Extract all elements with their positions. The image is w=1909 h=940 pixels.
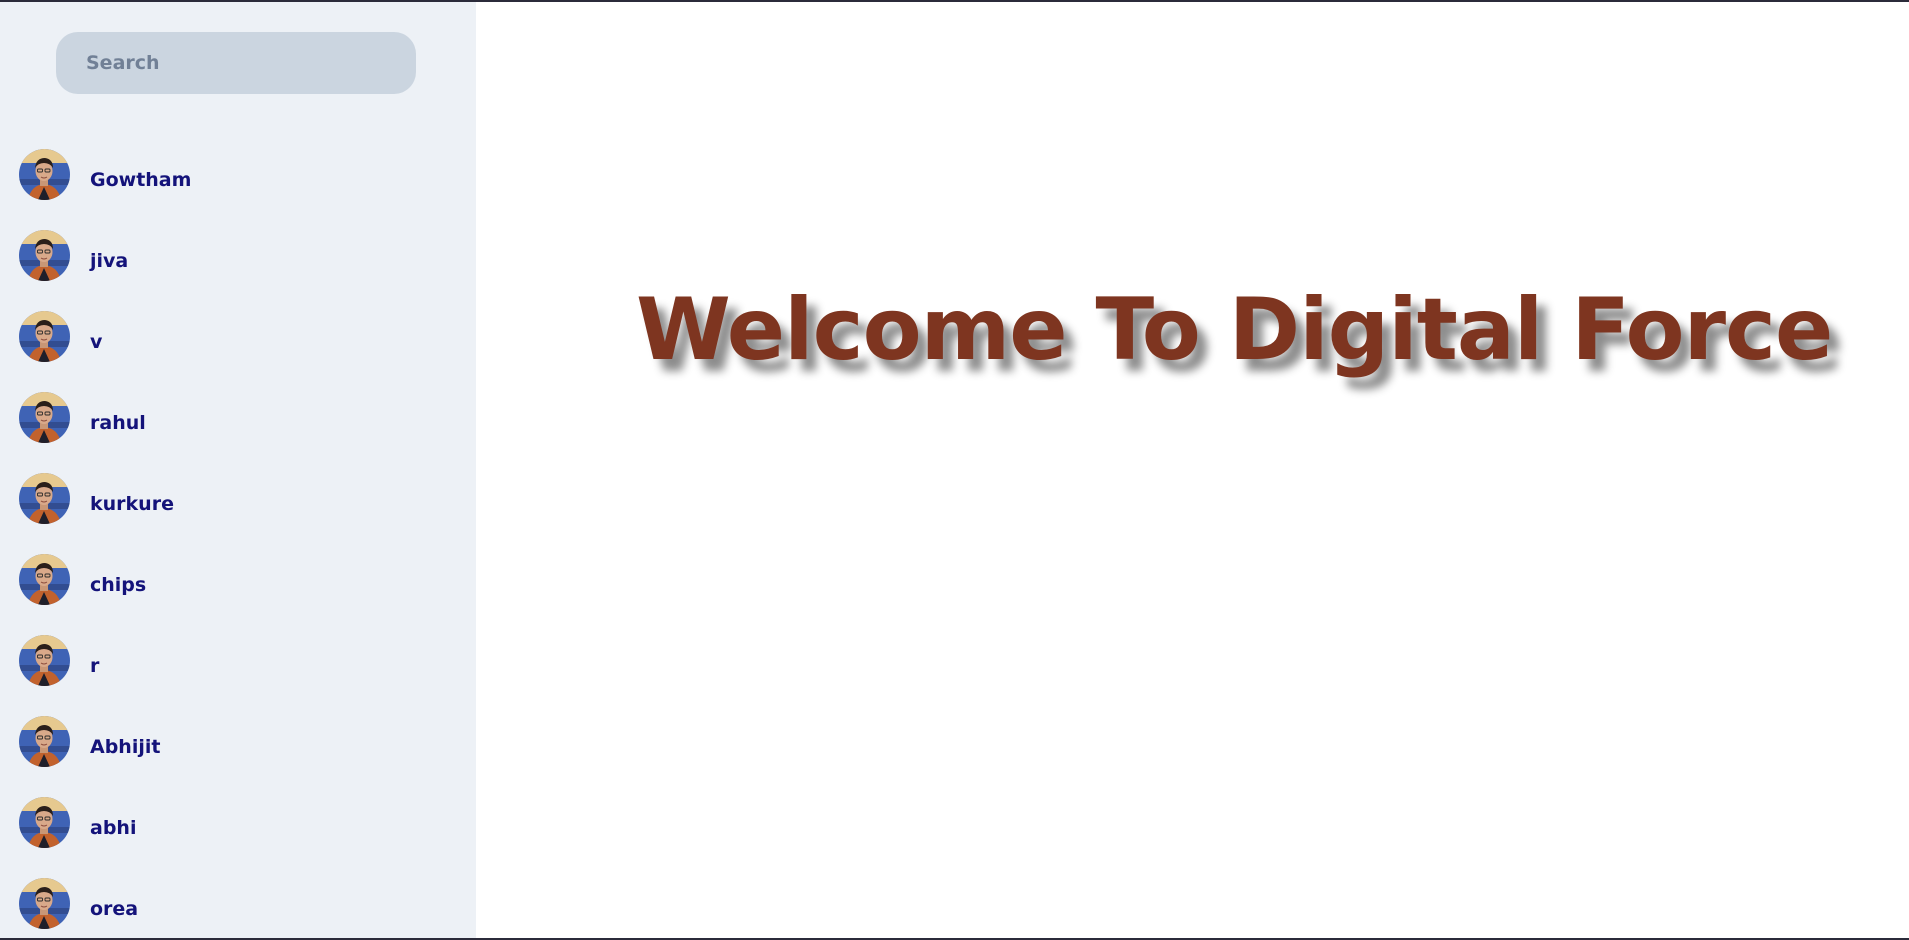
profile-photo-icon	[19, 635, 70, 686]
avatar	[19, 392, 70, 443]
contact-name: v	[90, 330, 103, 353]
profile-photo-icon	[19, 473, 70, 524]
search-box[interactable]	[56, 32, 416, 94]
profile-photo-icon	[19, 392, 70, 443]
avatar	[19, 635, 70, 686]
app-window: Gowtham jiva v rahul kurkure chips	[0, 0, 1909, 940]
contact-list: Gowtham jiva v rahul kurkure chips r Abh…	[0, 139, 476, 938]
avatar	[19, 878, 70, 929]
avatar	[19, 797, 70, 848]
contact-item[interactable]: orea	[0, 868, 476, 938]
avatar	[19, 716, 70, 767]
profile-photo-icon	[19, 716, 70, 767]
profile-photo-icon	[19, 797, 70, 848]
profile-photo-icon	[19, 230, 70, 281]
contact-name: chips	[90, 573, 147, 596]
contact-name: kurkure	[90, 492, 174, 515]
contacts-sidebar: Gowtham jiva v rahul kurkure chips	[0, 2, 476, 938]
contact-item[interactable]: jiva	[0, 220, 476, 301]
contact-name: Gowtham	[90, 168, 192, 191]
contact-name: orea	[90, 897, 139, 920]
contact-name: jiva	[90, 249, 129, 272]
contact-item[interactable]: r	[0, 625, 476, 706]
contact-name: Abhijit	[90, 735, 161, 758]
contact-item[interactable]: kurkure	[0, 463, 476, 544]
contact-item[interactable]: rahul	[0, 382, 476, 463]
profile-photo-icon	[19, 878, 70, 929]
contact-item[interactable]: Gowtham	[0, 139, 476, 220]
profile-photo-icon	[19, 554, 70, 605]
profile-photo-icon	[19, 311, 70, 362]
avatar	[19, 473, 70, 524]
contact-item[interactable]: v	[0, 301, 476, 382]
avatar	[19, 149, 70, 200]
contact-name: r	[90, 654, 100, 677]
profile-photo-icon	[19, 149, 70, 200]
main-panel: Welcome To Digital Force	[476, 2, 1909, 938]
contact-item[interactable]: Abhijit	[0, 706, 476, 787]
contact-item[interactable]: abhi	[0, 787, 476, 868]
avatar	[19, 554, 70, 605]
search-input[interactable]	[56, 32, 416, 94]
contact-item[interactable]: chips	[0, 544, 476, 625]
welcome-heading: Welcome To Digital Force	[636, 280, 1833, 380]
avatar	[19, 311, 70, 362]
avatar	[19, 230, 70, 281]
contact-name: rahul	[90, 411, 146, 434]
contact-name: abhi	[90, 816, 137, 839]
